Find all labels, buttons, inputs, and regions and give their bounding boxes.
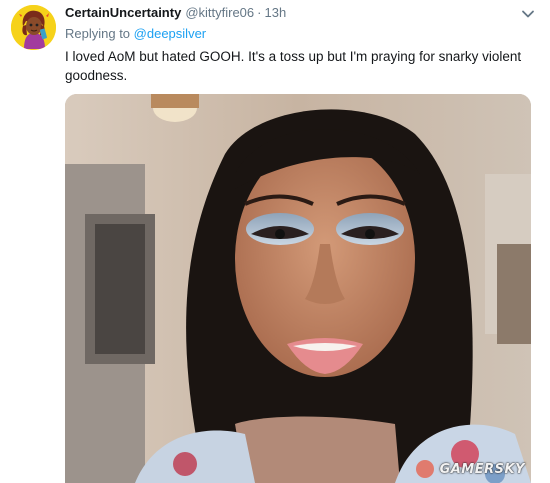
separator-dot: · — [257, 5, 262, 20]
replying-to-user-link[interactable]: @deepsilver — [134, 26, 206, 41]
video-still-image — [65, 94, 531, 483]
chevron-down-icon[interactable] — [520, 6, 536, 22]
display-name[interactable]: CertainUncertainty — [65, 4, 181, 21]
replying-to-line: Replying to @deepsilver — [65, 25, 536, 42]
avatar[interactable] — [11, 5, 56, 50]
watermark: GAMERSKY — [439, 462, 525, 477]
tweet-header: CertainUncertainty @kittyfire06 · 13h — [65, 4, 536, 21]
replying-to-label: Replying to — [65, 26, 131, 41]
tweet-media[interactable]: GAMERSKY — [65, 94, 531, 483]
tweet-content: CertainUncertainty @kittyfire06 · 13h Re… — [65, 4, 536, 85]
cartoon-avatar-icon — [11, 5, 56, 50]
tweet-text: I loved AoM but hated GOOH. It's a toss … — [65, 49, 522, 83]
user-handle[interactable]: @kittyfire06 — [185, 4, 254, 21]
tweet-card[interactable]: CertainUncertainty @kittyfire06 · 13h Re… — [0, 0, 550, 483]
timestamp[interactable]: 13h — [264, 4, 286, 21]
